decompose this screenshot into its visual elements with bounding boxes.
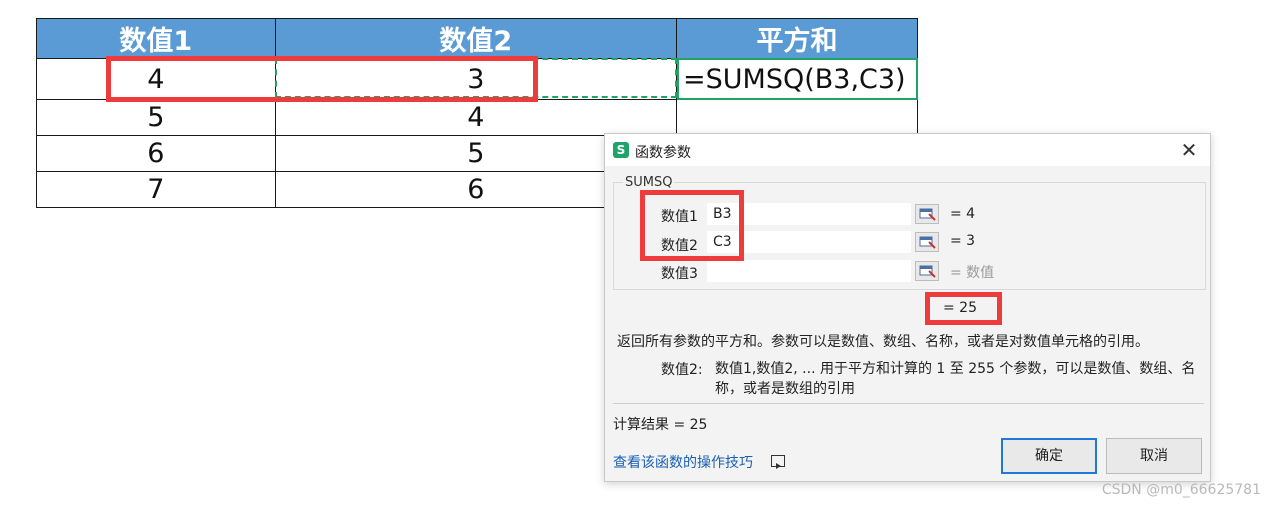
cell-d3-formula[interactable]: =SUMSQ(B3,C3): [676, 58, 918, 100]
function-arguments-dialog: S 函数参数 ✕ SUMSQ 数值1 B3 = 4 数值2 C3 = 3 数值3: [604, 133, 1211, 482]
range-select-icon: [919, 265, 936, 278]
arg1-label: 数值1: [661, 209, 698, 225]
arg2-result: = 3: [950, 233, 976, 249]
arg1-input[interactable]: B3: [707, 203, 911, 225]
formula-result: = 25: [943, 300, 977, 316]
dialog-titlebar[interactable]: S 函数参数 ✕: [605, 134, 1210, 166]
divider: [613, 403, 1204, 404]
arg3-range-picker-button[interactable]: [915, 261, 939, 281]
calculation-result: 计算结果 = 25: [613, 417, 708, 433]
arg1-result: = 4: [950, 206, 976, 222]
table-row: 5 4: [36, 99, 918, 136]
watermark: CSDN @m0_66625781: [1101, 482, 1261, 498]
arg3-input[interactable]: [707, 260, 911, 282]
cell[interactable]: 4: [274, 99, 678, 136]
function-tips-link[interactable]: 查看该函数的操作技巧: [613, 452, 753, 472]
arg2-label: 数值2: [661, 238, 698, 254]
close-icon[interactable]: ✕: [1178, 139, 1200, 161]
play-triangle-icon: [776, 463, 781, 469]
range-select-icon: [919, 208, 936, 221]
dialog-title: 函数参数: [635, 145, 691, 161]
cell[interactable]: 5: [36, 99, 276, 136]
wps-app-icon: S: [613, 142, 629, 158]
video-play-icon[interactable]: [771, 455, 785, 469]
cell-c3[interactable]: 3: [274, 58, 678, 100]
cell[interactable]: [676, 99, 918, 136]
param-label: 数值2:: [661, 362, 703, 378]
header-cell-2[interactable]: 数值2: [274, 18, 678, 59]
function-description: 返回所有参数的平方和。参数可以是数值、数组、名称，或者是对数值单元格的引用。: [617, 334, 1149, 350]
arg2-input[interactable]: C3: [707, 231, 911, 253]
cell[interactable]: 7: [36, 171, 276, 208]
arg2-range-picker-button[interactable]: [915, 232, 939, 252]
cell[interactable]: 6: [36, 135, 276, 172]
header-cell-3[interactable]: 平方和: [676, 18, 918, 59]
ok-button[interactable]: 确定: [1001, 438, 1097, 474]
function-name: SUMSQ: [623, 175, 675, 190]
arg3-label: 数值3: [661, 266, 698, 282]
range-select-icon: [919, 236, 936, 249]
arg3-result-placeholder: = 数值: [950, 265, 995, 281]
arg1-range-picker-button[interactable]: [915, 204, 939, 224]
cell-b3[interactable]: 4: [36, 58, 276, 100]
param-description: 数值1,数值2, ... 用于平方和计算的 1 至 255 个参数，可以是数值、…: [715, 361, 1196, 397]
header-cell-1[interactable]: 数值1: [36, 18, 276, 59]
cancel-button[interactable]: 取消: [1106, 438, 1202, 474]
table-row: 4 3 =SUMSQ(B3,C3): [36, 58, 918, 100]
